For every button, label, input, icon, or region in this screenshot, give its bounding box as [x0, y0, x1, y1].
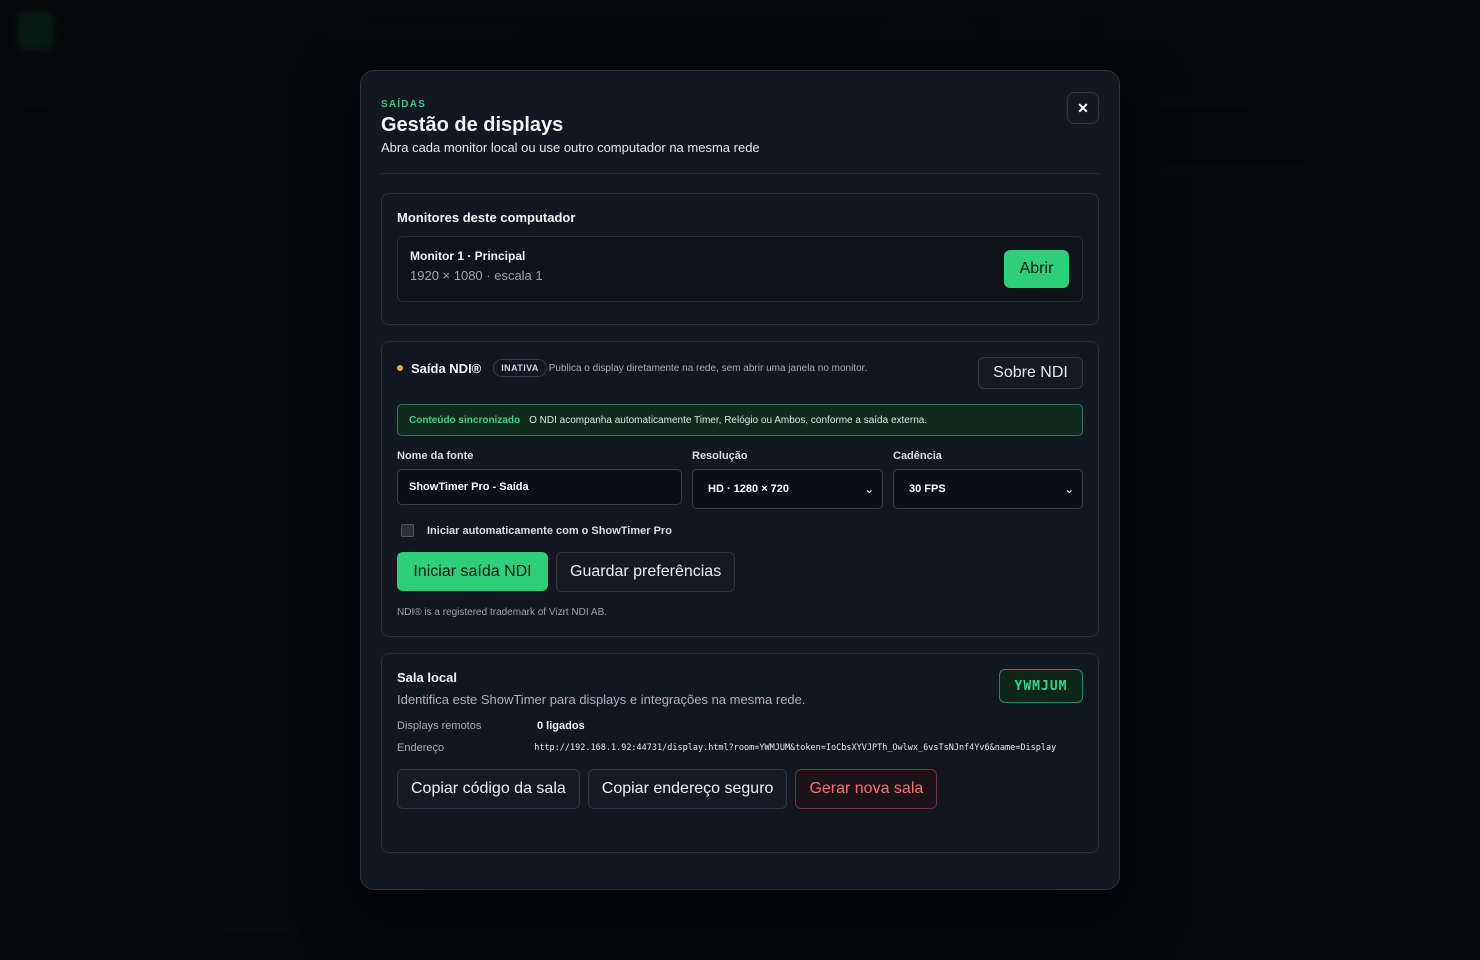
source-name-input[interactable]: ShowTimer Pro - Saída: [397, 469, 682, 505]
generate-new-room-button[interactable]: Gerar nova sala: [795, 769, 938, 809]
divider: [381, 173, 1099, 174]
start-ndi-button[interactable]: Iniciar saída NDI: [397, 552, 548, 591]
local-room-subtitle: Identifica este ShowTimer para displays …: [397, 692, 806, 707]
remote-displays-row: Displays remotos 0 ligados: [397, 720, 1083, 732]
monitor-name: Monitor 1 · Principal: [410, 249, 526, 263]
monitor-item: Monitor 1 · Principal 1920 × 1080 · esca…: [397, 236, 1083, 302]
ndi-title: Saída NDI®: [411, 360, 482, 376]
copy-secure-address-button[interactable]: Copiar endereço seguro: [587, 769, 788, 809]
resolution-value: HD · 1280 × 720: [708, 483, 790, 495]
resolution-label: Resolução: [692, 450, 748, 462]
ndi-actions: Iniciar saída NDI Guardar preferências: [397, 552, 1083, 592]
chevron-down-icon: ⌄: [864, 483, 874, 496]
room-code-badge: YWMJUM: [999, 669, 1083, 703]
sync-label: Conteúdo sincronizado: [409, 414, 521, 426]
ndi-section: Saída NDI® INATIVA Publica o display dir…: [381, 341, 1099, 637]
save-preferences-button[interactable]: Guardar preferências: [556, 552, 736, 592]
resolution-field: Resolução HD · 1280 × 720 ⌄: [692, 450, 883, 509]
source-name-label: Nome da fonte: [397, 450, 474, 462]
monitors-title: Monitores deste computador: [397, 210, 576, 225]
local-room-section: Sala local Identifica este ShowTimer par…: [381, 653, 1099, 853]
sync-text: O NDI acompanha automaticamente Timer, R…: [529, 414, 928, 426]
ndi-description: Publica o display diretamente na rede, s…: [548, 362, 868, 374]
open-monitor-button[interactable]: Abrir: [1004, 250, 1069, 288]
copy-room-code-button[interactable]: Copiar código da sala: [397, 769, 580, 809]
address-value: http://192.168.1.92:44731/display.html?r…: [534, 743, 1057, 753]
modal-eyebrow: SAÍDAS: [381, 99, 426, 110]
local-room-title: Sala local: [397, 670, 457, 685]
remote-displays-label: Displays remotos: [397, 720, 482, 732]
display-management-modal: SAÍDAS Gestão de displays Abra cada moni…: [360, 70, 1120, 890]
remote-displays-value: 0 ligados: [537, 720, 585, 732]
monitors-section: Monitores deste computador Monitor 1 · P…: [381, 193, 1099, 325]
cadence-field: Cadência 30 FPS ⌄: [893, 450, 1083, 509]
close-icon: ✕: [1077, 99, 1089, 116]
autostart-label[interactable]: Iniciar automaticamente com o ShowTimer …: [427, 525, 672, 537]
trademark-notice: NDI® is a registered trademark of Vizrt …: [397, 607, 608, 618]
chevron-down-icon: ⌄: [1064, 483, 1074, 496]
address-label: Endereço: [397, 742, 445, 754]
sync-banner: Conteúdo sincronizado O NDI acompanha au…: [397, 404, 1083, 436]
status-badge: INATIVA: [493, 359, 547, 377]
ndi-fields: Nome da fonte ShowTimer Pro - Saída Reso…: [397, 450, 1083, 509]
resolution-select[interactable]: HD · 1280 × 720 ⌄: [692, 469, 883, 509]
autostart-checkbox[interactable]: [401, 524, 414, 537]
status-dot-icon: [397, 365, 403, 371]
monitor-meta: 1920 × 1080 · escala 1: [410, 268, 543, 283]
autostart-row: Iniciar automaticamente com o ShowTimer …: [397, 524, 1083, 537]
modal-subtitle: Abra cada monitor local ou use outro com…: [381, 140, 760, 155]
local-room-actions: Copiar código da sala Copiar endereço se…: [397, 769, 1083, 809]
close-button[interactable]: ✕: [1067, 92, 1099, 124]
source-name-field: Nome da fonte ShowTimer Pro - Saída: [397, 450, 682, 509]
cadence-select[interactable]: 30 FPS ⌄: [893, 469, 1083, 509]
modal-title: Gestão de displays: [381, 114, 564, 136]
cadence-value: 30 FPS: [909, 483, 946, 495]
about-ndi-button[interactable]: Sobre NDI: [978, 357, 1083, 389]
address-row: Endereço http://192.168.1.92:44731/displ…: [397, 742, 1083, 754]
cadence-label: Cadência: [893, 450, 942, 462]
